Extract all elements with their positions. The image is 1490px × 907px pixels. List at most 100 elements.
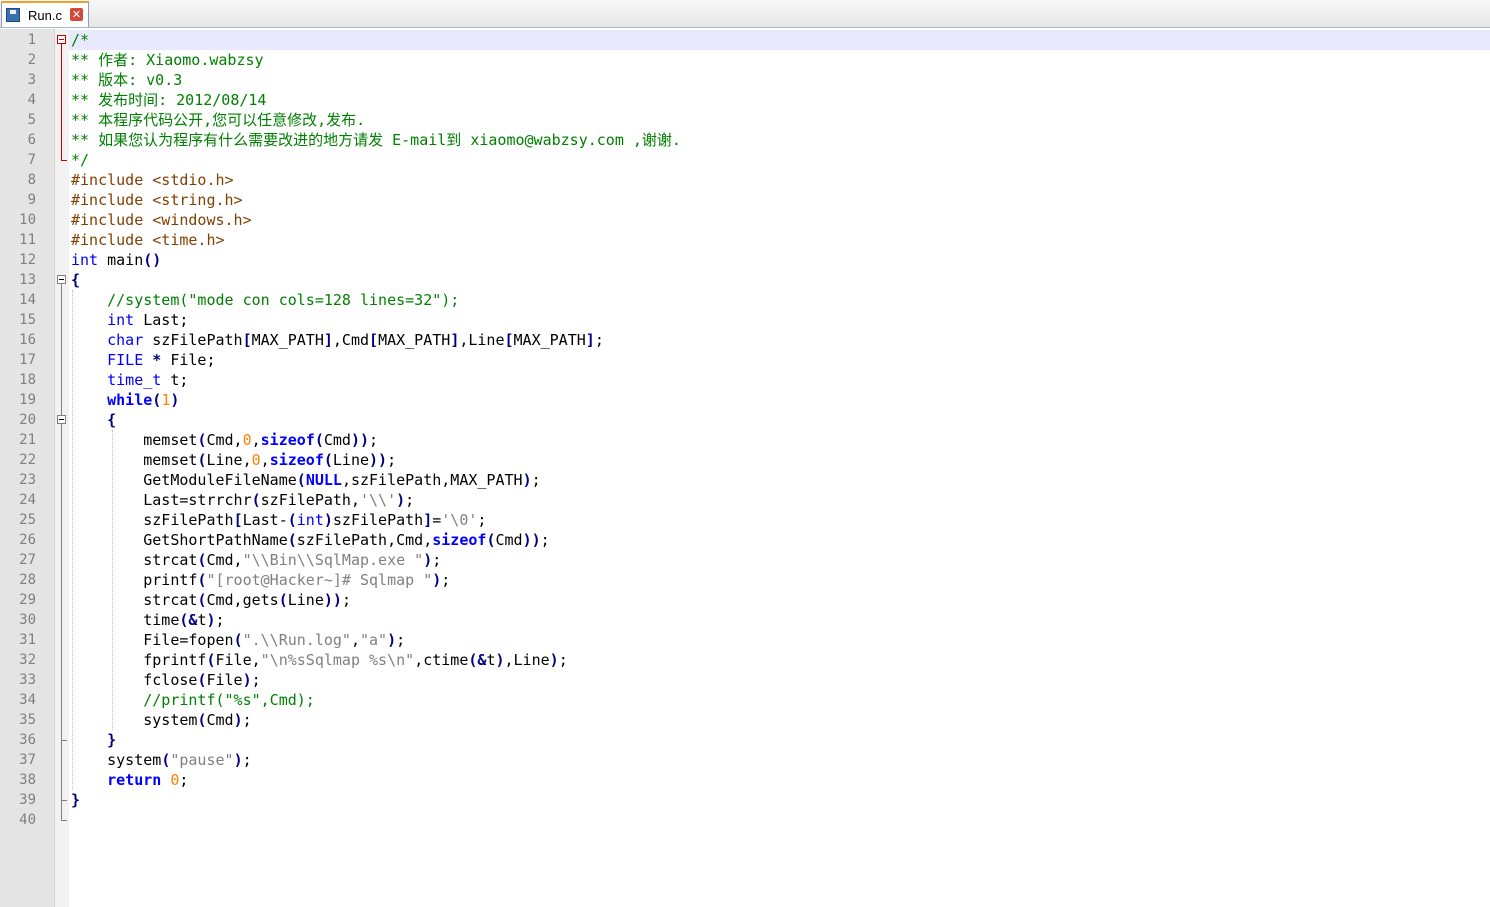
code-line[interactable]: int main() [71,250,161,270]
code-token: ) [170,391,180,409]
code-line[interactable]: File=fopen(".\\Run.log","a"); [71,630,405,650]
code-token: ; [405,491,415,509]
code-token: ; [242,751,252,769]
code-line[interactable]: szFilePath[Last-(int)szFilePath]='\0'; [71,510,486,530]
code-token: #include <time.h> [71,231,225,249]
code-line[interactable]: { [71,410,116,430]
code-line[interactable]: FILE * File; [71,350,215,370]
tab-run-c[interactable]: Run.c ✕ [1,1,89,27]
fold-toggle-while[interactable] [57,415,66,424]
line-number: 5 [27,112,36,128]
code-token: while [107,391,153,409]
code-line[interactable]: #include <string.h> [71,190,243,210]
code-token: ; [396,631,406,649]
code-token: ** 发布时间: 2012/08/14 [71,91,267,109]
code-line[interactable]: printf("[root@Hacker~]# Sqlmap "); [71,570,450,590]
fold-toggle-comment[interactable] [57,35,66,44]
code-token: Last- [242,511,288,529]
code-line[interactable]: ** 版本: v0.3 [71,70,182,90]
code-line[interactable]: */ [71,150,89,170]
line-number: 4 [27,92,36,108]
code-token: Line [332,451,370,469]
code-token: ** 本程序代码公开,您可以任意修改,发布. [71,111,366,129]
code-line[interactable]: ** 作者: Xiaomo.wabzsy [71,50,264,70]
code-token: Cmd [206,711,234,729]
code-token: ( [161,751,171,769]
code-token: ; [215,611,225,629]
code-token: )) [350,431,370,449]
code-token: ] [450,331,460,349]
code-line[interactable]: } [71,730,116,750]
indent-guide [112,430,113,730]
code-line[interactable]: char szFilePath[MAX_PATH],Cmd[MAX_PATH],… [71,330,604,350]
line-number: 6 [27,132,36,148]
code-line[interactable]: fprintf(File,"\n%sSqlmap %s\n",ctime(&t)… [71,650,567,670]
code-line[interactable]: memset(Line,0,sizeof(Line)); [71,450,396,470]
code-token: ) [233,751,243,769]
code-line[interactable]: fclose(File); [71,670,260,690]
code-line[interactable]: int Last; [71,310,188,330]
code-token: "\n%sSqlmap %s\n" [260,651,415,669]
code-line[interactable]: ** 发布时间: 2012/08/14 [71,90,266,110]
code-token: ( [314,431,324,449]
code-token: ) [522,471,532,489]
line-number: 14 [19,292,36,308]
code-token: ,Line [504,651,550,669]
code-line[interactable]: #include <stdio.h> [71,170,234,190]
code-token: ; [477,511,487,529]
code-line[interactable]: system(Cmd); [71,710,251,730]
line-number: 32 [19,652,36,668]
code-token: { [107,411,117,429]
code-token: ** 作者: Xiaomo.wabzsy [71,51,264,69]
code-line[interactable]: Last=strrchr(szFilePath,'\\'); [71,490,414,510]
code-token: )) [369,451,388,469]
code-line[interactable]: ** 本程序代码公开,您可以任意修改,发布. [71,110,365,130]
line-number: 40 [19,812,36,828]
line-number: 39 [19,792,36,808]
code-line[interactable]: { [71,270,80,290]
code-line[interactable]: GetShortPathName(szFilePath,Cmd,sizeof(C… [71,530,549,550]
code-token: ( [251,491,261,509]
close-icon[interactable]: ✕ [70,8,83,21]
code-token: * [152,351,162,369]
code-line[interactable]: //system("mode con cols=128 lines=32"); [71,290,459,310]
code-line[interactable]: #include <windows.h> [71,210,252,230]
code-token: ] [585,331,595,349]
code-token: Line [287,591,324,609]
code-token: } [71,791,81,809]
code-token: GetModuleFileName [71,471,297,489]
code-line[interactable]: } [71,790,80,810]
code-token: ) [396,491,406,509]
code-token: ( [287,511,297,529]
code-token: Line, [206,451,252,469]
save-disk-icon [6,8,20,22]
line-number: 27 [19,552,36,568]
code-line[interactable]: return 0; [71,770,188,790]
code-token: , [251,431,261,449]
fold-toggle-main[interactable] [57,275,66,284]
tab-label: Run.c [28,8,62,23]
code-line[interactable]: strcat(Cmd,"\\Bin\\SqlMap.exe "); [71,550,441,570]
code-token: memset [71,431,198,449]
line-number: 33 [19,672,36,688]
code-token: = [432,511,442,529]
code-line[interactable]: /* [71,30,89,50]
code-line[interactable]: while(1) [71,390,179,410]
code-token: MAX_PATH [251,331,324,349]
line-number: 15 [19,312,36,328]
code-line[interactable]: //printf("%s",Cmd); [71,690,315,710]
code-line[interactable]: time_t t; [71,370,188,390]
code-line[interactable]: system("pause"); [71,750,252,770]
code-line[interactable]: #include <time.h> [71,230,225,250]
line-number: 12 [19,252,36,268]
code-line[interactable]: time(&t); [71,610,225,630]
code-line[interactable]: ** 如果您认为程序有什么需要改进的地方请发 E-mail到 xiaomo@wa… [71,130,681,150]
code-line[interactable]: GetModuleFileName(NULL,szFilePath,MAX_PA… [71,470,540,490]
code-line[interactable]: memset(Cmd,0,sizeof(Cmd)); [71,430,378,450]
code-token: int [296,511,324,529]
code-token: [ [242,331,252,349]
code-token: NULL [305,471,342,489]
